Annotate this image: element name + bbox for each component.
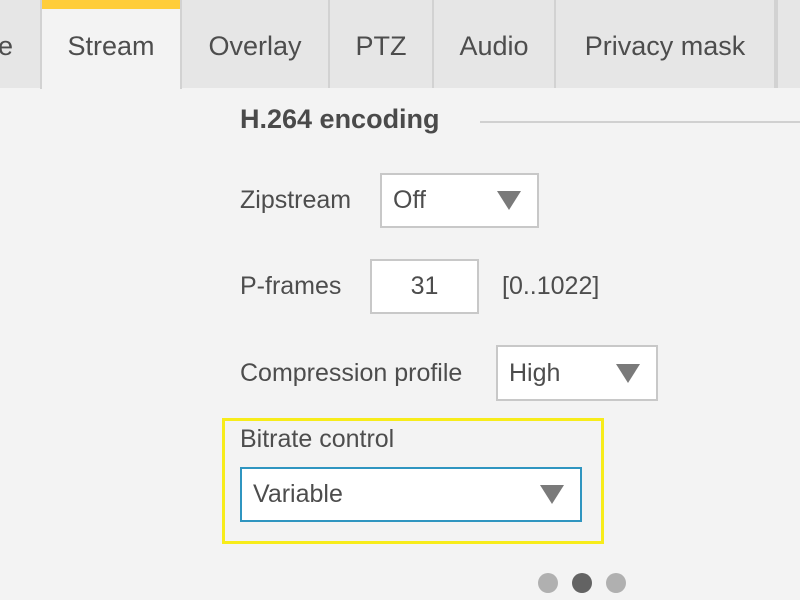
compression-profile-select[interactable]: High <box>496 345 658 401</box>
tab-next-partial[interactable] <box>776 0 800 88</box>
tab-stream[interactable]: Stream <box>40 0 182 89</box>
tab-label: Audio <box>459 30 529 61</box>
zipstream-select[interactable]: Off <box>380 173 539 228</box>
p-frames-range: [0..1022] <box>502 272 600 300</box>
tab-label: Overlay <box>208 30 302 61</box>
tab-overlay[interactable]: Overlay <box>182 0 330 88</box>
section-divider <box>480 121 800 123</box>
tab-label: PTZ <box>355 30 407 61</box>
pagination-dot-2[interactable] <box>572 573 592 593</box>
tab-bar: e Stream Overlay PTZ Audio Privacy mask <box>0 0 800 89</box>
section-title: H.264 encoding <box>240 104 440 134</box>
tab-label: Stream <box>67 31 155 61</box>
triangle-down-icon <box>497 191 521 210</box>
tab-privacy-mask[interactable]: Privacy mask <box>556 0 776 88</box>
pagination-dot-3[interactable] <box>606 573 626 593</box>
zipstream-label: Zipstream <box>240 186 352 214</box>
bitrate-control-value: Variable <box>253 480 343 508</box>
zipstream-value: Off <box>393 186 426 214</box>
bitrate-control-label: Bitrate control <box>240 425 395 453</box>
compression-profile-label: Compression profile <box>240 359 463 387</box>
compression-profile-value: High <box>509 358 561 387</box>
bitrate-control-select[interactable]: Variable <box>240 467 582 522</box>
pagination-dot-1[interactable] <box>538 573 558 593</box>
tab-partial[interactable]: e <box>0 0 40 88</box>
triangle-down-icon <box>540 485 564 504</box>
tab-ptz[interactable]: PTZ <box>330 0 434 88</box>
tab-label: e <box>0 30 13 61</box>
triangle-down-icon <box>616 363 640 383</box>
p-frames-input[interactable]: 31 <box>370 259 479 314</box>
tab-audio[interactable]: Audio <box>434 0 556 88</box>
p-frames-label: P-frames <box>240 272 342 300</box>
pagination-dots <box>538 573 626 593</box>
tab-label: Privacy mask <box>584 30 746 61</box>
